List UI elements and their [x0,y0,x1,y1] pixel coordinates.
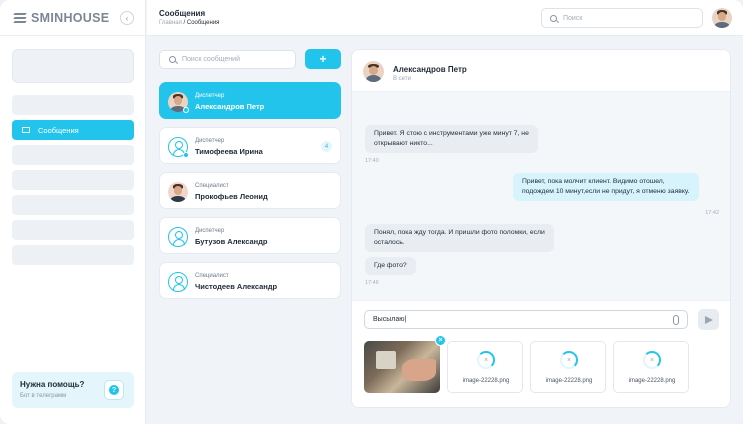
collapse-sidebar-button[interactable]: ‹ [120,11,134,25]
chat-contact-status: В сети [393,76,411,82]
new-conversation-button[interactable]: + [305,49,341,69]
conversation-list: Диспетчер Александров Петр Диспетчер Тим… [159,82,341,307]
chat-icon [22,127,30,133]
breadcrumb: Главная / Сообщения [159,20,219,26]
breadcrumb-home[interactable]: Главная [159,20,182,26]
logo-icon [13,12,27,24]
conversation-name: Тимофеева Ирина [195,147,263,156]
online-indicator [183,152,189,158]
chat-contact-name: Александров Петр [393,65,467,74]
message-bubble-incoming: Где фото? [365,257,416,275]
sidebar: SMINHOUSE ‹ Сообщения Нужна помощь? Бот … [0,0,146,424]
search-icon [169,56,176,63]
conversation-search-placeholder: Поиск сообщений [182,56,240,63]
loading-spinner-icon[interactable]: × [643,351,661,369]
app-window: SMINHOUSE ‹ Сообщения Нужна помощь? Бот … [0,0,743,424]
conversation-role: Диспетчер [195,138,225,144]
message-time: 17:42 [705,210,719,216]
conversation-role: Специалист [195,273,229,279]
attachment-filename: image-22228.png [545,378,593,384]
breadcrumb-separator: / [183,20,186,26]
conversation-role: Диспетчер [195,93,225,99]
global-search-input[interactable]: Поиск [541,8,703,28]
sidebar-item-5[interactable] [12,195,134,215]
help-button[interactable]: ? [104,380,124,400]
conversation-item[interactable]: Специалист Чистодеев Александр [159,262,341,299]
search-placeholder: Поиск [563,14,583,22]
message-time: 17:40 [365,158,379,164]
top-header: Сообщения Главная / Сообщения Поиск [147,0,743,36]
message-bubble-outgoing: Привет, пока молчит клиент. Видимо отоше… [513,173,699,201]
page-title: Сообщения [159,9,206,18]
brand-name: SMINHOUSE [31,11,110,25]
attachment-filename: image-22228.png [628,378,676,384]
conversation-role: Диспетчер [195,228,225,234]
paperclip-icon[interactable] [673,315,679,325]
chat-panel: Александров Петр В сети Привет. Я стою с… [351,49,731,408]
breadcrumb-current: Сообщения [186,20,220,26]
conversation-item[interactable]: Диспетчер Тимофеева Ирина 4 [159,127,341,164]
message-input[interactable]: Высылаю| [364,310,688,329]
sidebar-item-6[interactable] [12,220,134,240]
attachment-file[interactable]: × image-22228.png [447,341,523,393]
user-avatar[interactable] [712,8,732,28]
unread-count-badge: 4 [321,141,332,152]
conversation-item[interactable]: Специалист Прокофьев Леонид [159,172,341,209]
sidebar-item-label: Сообщения [38,125,79,135]
conversation-role: Специалист [195,183,229,189]
attachment-file[interactable]: × image-22228.png [530,341,606,393]
message-time: 17:46 [365,280,379,286]
brand-logo[interactable]: SMINHOUSE [13,11,110,25]
loading-spinner-icon[interactable]: × [560,351,578,369]
conversation-item[interactable]: Диспетчер Бутузов Александр [159,217,341,254]
conversation-name: Александров Петр [195,102,265,111]
remove-attachment-button[interactable]: × [435,335,446,346]
sidebar-item-1[interactable] [12,95,134,115]
profile-card[interactable] [12,49,134,83]
conversation-search-input[interactable]: Поиск сообщений [159,50,296,69]
message-bubble-incoming: Понял, пока жду тогда. И пришли фото пол… [365,224,554,252]
chat-avatar[interactable] [363,61,384,82]
attachment-photo[interactable]: × [364,335,446,393]
divider [0,35,146,36]
attachment-filename: image-22228.png [462,378,510,384]
help-title: Нужна помощь? [20,380,85,389]
send-icon [704,315,713,324]
search-icon [550,14,557,22]
sidebar-item-4[interactable] [12,170,134,190]
message-composer: Высылаю| × × image-22228.png × image-222… [352,300,730,407]
sidebar-nav: Сообщения [12,95,134,270]
sidebar-item-3[interactable] [12,145,134,165]
chat-header: Александров Петр В сети [352,50,730,92]
message-bubble-incoming: Привет. Я стою с инструментами уже минут… [365,125,538,153]
user-placeholder-icon [168,272,188,292]
help-card[interactable]: Нужна помощь? Бот в телеграмм ? [12,372,134,408]
sidebar-item-messages[interactable]: Сообщения [12,120,134,140]
send-button[interactable] [698,309,719,330]
question-icon: ? [109,385,119,395]
attachment-file[interactable]: × image-22228.png [613,341,689,393]
conversation-name: Бутузов Александр [195,237,268,246]
online-indicator [183,107,189,113]
conversation-name: Прокофьев Леонид [195,192,268,201]
avatar [168,182,188,202]
message-area[interactable]: Привет. Я стою с инструментами уже минут… [352,92,730,300]
sidebar-item-7[interactable] [12,245,134,265]
user-placeholder-icon [168,227,188,247]
loading-spinner-icon[interactable]: × [477,351,495,369]
conversation-name: Чистодеев Александр [195,282,278,291]
conversation-item[interactable]: Диспетчер Александров Петр [159,82,341,119]
help-subtitle: Бот в телеграмм [20,393,67,399]
